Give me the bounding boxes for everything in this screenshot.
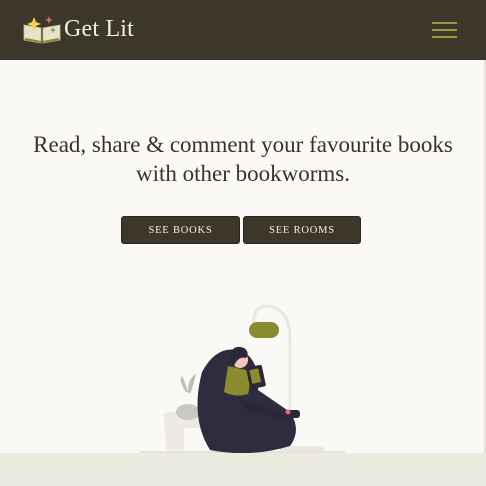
- see-rooms-button[interactable]: SEE ROOMS: [243, 216, 361, 244]
- menu-line: [432, 22, 457, 24]
- brand-link[interactable]: Get Lit: [22, 12, 134, 46]
- see-books-button[interactable]: SEE BOOKS: [121, 216, 240, 244]
- menu-line: [432, 29, 457, 31]
- hero-headline: Read, share & comment your favourite boo…: [33, 132, 453, 186]
- hamburger-menu-icon[interactable]: [428, 17, 462, 43]
- footer-band: [0, 453, 486, 486]
- person-reading-beanbag-icon: [140, 304, 345, 454]
- top-navbar: Get Lit: [0, 0, 486, 60]
- menu-line: [432, 36, 457, 38]
- open-book-sparkle-icon: [23, 16, 61, 44]
- brand-name: Get Lit: [64, 15, 135, 42]
